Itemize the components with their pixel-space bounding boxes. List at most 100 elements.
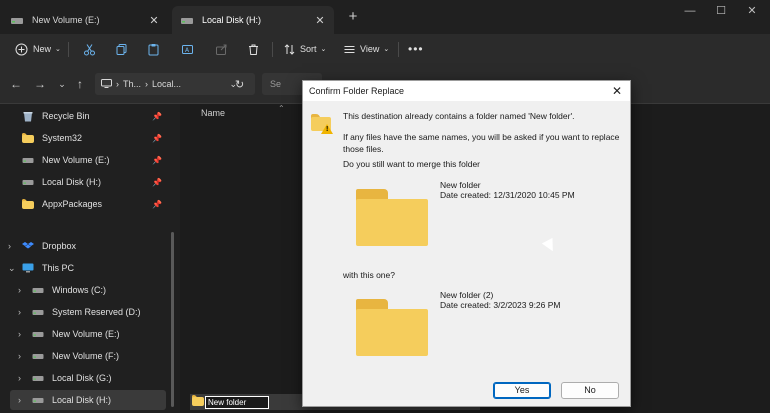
trash-icon [246,42,260,56]
sidebar-item-label: Local Disk (G:) [52,373,112,383]
maximize-button[interactable]: ☐ [711,3,731,19]
sidebar-item-new-volume-e-quick[interactable]: New Volume (E:) 📌 [0,150,170,170]
view-button[interactable]: View ⌄ [342,39,389,59]
dialog-close-icon[interactable]: ✕ [610,83,624,99]
sidebar-item-label: System Reserved (D:) [52,307,141,317]
address-bar[interactable]: › Th... › Local... ⌄ ↻ [95,73,255,95]
column-header-name[interactable]: Name [201,108,225,118]
recent-locations-icon[interactable]: ⌄ [55,76,69,92]
dialog-question: Do you still want to merge this folder [343,159,481,169]
chevron-down-icon[interactable]: ⌄ [8,263,22,274]
chevron-right-icon[interactable]: › [18,351,32,361]
tab-local-disk-h[interactable]: Local Disk (H:) ✕ [172,6,334,34]
minimize-button[interactable]: — [680,3,700,19]
up-arrow-icon[interactable]: ↑ [73,76,87,92]
drive-icon [32,307,44,317]
sidebar-item-new-volume-e[interactable]: › New Volume (E:) [10,324,170,344]
sidebar-item-label: Windows (C:) [52,285,107,295]
tab-label: Local Disk (H:) [202,15,262,25]
tab-label: New Volume (E:) [32,15,100,25]
rename-icon: A [180,42,194,56]
tab-new-volume-e[interactable]: New Volume (E:) ✕ [2,6,168,34]
sidebar-item-dropbox[interactable]: › Dropbox [0,236,170,256]
search-placeholder: Se [270,79,282,89]
pin-icon[interactable]: 📌 [152,134,162,143]
drive-icon [180,15,194,26]
chevron-right-icon[interactable]: › [18,329,32,339]
sidebar-item-system-reserved-d[interactable]: › System Reserved (D:) [10,302,170,322]
drive-icon [32,351,44,361]
chevron-right-icon[interactable]: › [18,395,32,405]
folder-warning-icon: ! [311,114,333,134]
sidebar-item-new-volume-f[interactable]: › New Volume (F:) [10,346,170,366]
refresh-icon[interactable]: ↻ [235,78,244,91]
source-folder-icon [356,299,428,356]
pin-icon[interactable]: 📌 [152,112,162,121]
breadcrumb-separator: › [116,79,119,89]
view-label: View [360,44,380,54]
copy-icon [114,42,128,56]
new-tab-button[interactable]: + [345,8,361,25]
dialog-detail: If any files have the same names, you wi… [343,132,620,154]
chevron-down-icon: ⌄ [320,46,327,53]
yes-button[interactable]: Yes [493,382,551,399]
sidebar-scrollbar[interactable] [171,232,174,407]
chevron-down-icon: ⌄ [383,46,390,53]
dialog-with-text: with this one? [343,270,395,280]
svg-text:A: A [185,47,190,54]
sidebar-item-local-disk-h-quick[interactable]: Local Disk (H:) 📌 [0,172,170,192]
pin-icon[interactable]: 📌 [152,156,162,165]
divider [272,42,273,57]
new-button[interactable]: New ⌄ [14,39,61,59]
window-close-button[interactable]: ✕ [742,3,762,19]
back-arrow-icon[interactable]: ← [9,76,23,92]
forward-arrow-icon[interactable]: → [33,76,47,92]
sidebar-item-label: New Volume (F:) [52,351,120,361]
no-button[interactable]: No [561,382,619,399]
sort-button[interactable]: Sort ⌄ [282,39,326,59]
chevron-right-icon[interactable]: › [8,241,22,251]
pin-icon[interactable]: 📌 [152,200,162,209]
breadcrumb-this-pc[interactable]: Th... [123,79,141,89]
sidebar-item-label: Dropbox [42,241,77,251]
dropbox-icon [22,241,34,251]
divider [68,42,69,57]
delete-button[interactable] [246,39,260,59]
folder-icon [192,395,204,406]
sidebar-item-local-disk-g[interactable]: › Local Disk (G:) [10,368,170,388]
rename-input[interactable]: New folder [205,396,269,409]
sidebar-item-system32[interactable]: System32 📌 [0,128,170,148]
drive-icon [22,177,34,187]
sidebar-item-label: Recycle Bin [42,111,90,121]
pin-icon[interactable]: 📌 [152,178,162,187]
view-icon [342,42,356,56]
dialog-message: This destination already contains a fold… [343,111,575,121]
chevron-right-icon[interactable]: › [18,307,32,317]
cut-button[interactable] [82,39,96,59]
close-tab-icon[interactable]: ✕ [314,14,326,27]
more-options-icon[interactable]: ••• [408,39,424,59]
copy-button[interactable] [114,39,128,59]
sidebar-item-this-pc[interactable]: ⌄ This PC [0,258,170,278]
paste-button[interactable] [146,39,160,59]
share-button[interactable] [214,39,228,59]
sidebar-item-label: System32 [42,133,83,143]
sidebar-item-appxpackages[interactable]: AppxPackages 📌 [0,194,170,214]
chevron-right-icon[interactable]: › [18,285,32,295]
monitor-icon [101,78,112,90]
sidebar-item-windows-c[interactable]: › Windows (C:) [10,280,170,300]
sidebar-item-local-disk-h[interactable]: › Local Disk (H:) [10,390,166,410]
recycle-bin-icon [22,111,34,122]
drive-icon [32,373,44,383]
close-tab-icon[interactable]: ✕ [148,14,160,27]
sort-up-icon: ⌃ [278,104,285,113]
clipboard-icon [146,42,160,56]
sidebar-item-recycle-bin[interactable]: Recycle Bin 📌 [0,106,170,126]
breadcrumb-local-disk[interactable]: Local... [152,79,181,89]
rename-button[interactable]: A [180,39,194,59]
chevron-right-icon[interactable]: › [18,373,32,383]
drive-icon [32,285,44,295]
confirm-folder-replace-dialog: Confirm Folder Replace ✕ ! This destinat… [302,80,631,407]
sidebar-item-label: Local Disk (H:) [42,177,102,187]
sort-icon [282,42,296,56]
